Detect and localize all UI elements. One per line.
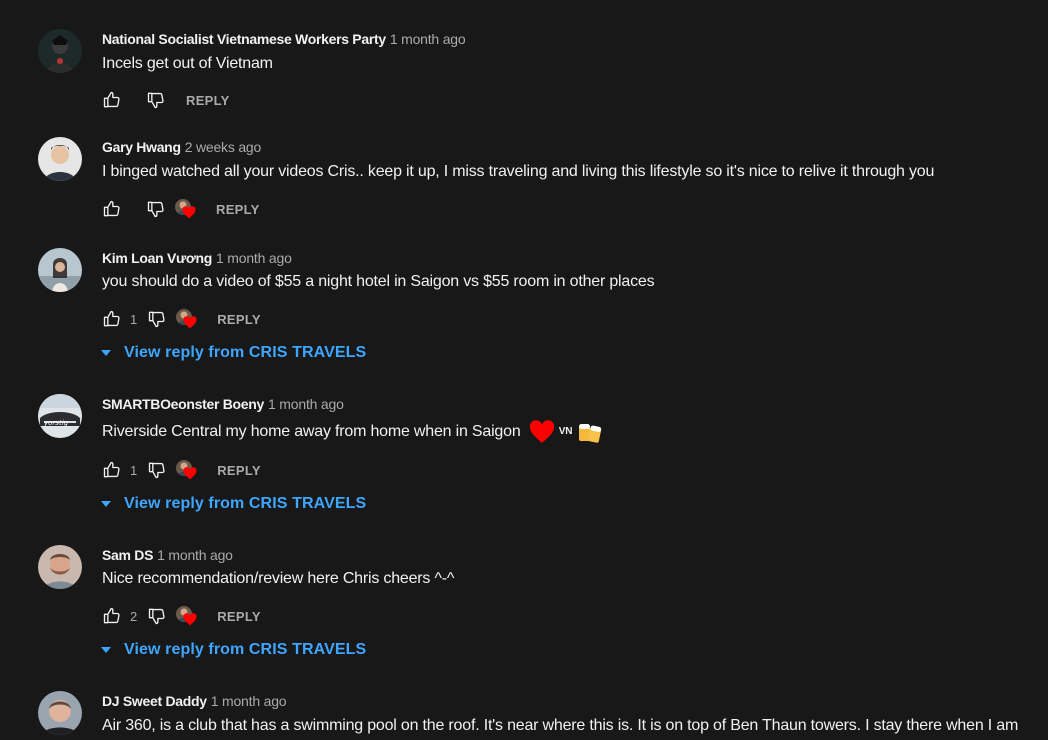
comment-text: Air 360, is a club that has a swimming p… [102, 717, 1019, 734]
like-count: 1 [130, 462, 138, 478]
thumb-up-icon[interactable] [100, 458, 124, 482]
creator-heart-icon[interactable] [172, 197, 198, 221]
reply-button[interactable]: REPLY [216, 202, 260, 217]
heart-icon [183, 467, 197, 480]
caret-down-icon [98, 642, 114, 658]
thumb-up-icon[interactable] [100, 604, 124, 628]
thumb-down-icon[interactable] [144, 88, 168, 112]
thumb-up-icon[interactable] [100, 197, 124, 221]
view-replies-button[interactable]: View reply from CRIS TRAVELS [98, 638, 366, 662]
comment-actions: REPLY [100, 88, 230, 112]
comment-actions: 2 REPLY [100, 604, 261, 628]
view-replies-button[interactable]: View reply from CRIS TRAVELS [98, 492, 366, 516]
author-name[interactable]: National Socialist Vietnamese Workers Pa… [102, 31, 386, 47]
thumb-up-icon[interactable] [100, 307, 124, 331]
author-name[interactable]: Sam DS [102, 547, 153, 563]
comment-header: National Socialist Vietnamese Workers Pa… [102, 30, 466, 48]
view-replies-button[interactable]: View reply from CRIS TRAVELS [98, 341, 366, 365]
comment-header: Gary Hwang 2 weeks ago [102, 138, 261, 156]
caret-down-icon [98, 345, 114, 361]
author-name[interactable]: Kim Loan Vương [102, 250, 212, 266]
thumb-down-icon[interactable] [144, 197, 168, 221]
comment-time[interactable]: 2 weeks ago [185, 139, 262, 155]
svg-text:yorstig: yorstig [43, 419, 69, 427]
thumb-up-icon[interactable] [100, 88, 124, 112]
creator-heart-icon[interactable] [173, 458, 199, 482]
view-replies-label: View reply from CRIS TRAVELS [124, 495, 367, 512]
avatar[interactable] [38, 545, 82, 589]
comment-actions: 1 REPLY [100, 307, 261, 331]
thumb-down-icon[interactable] [145, 307, 169, 331]
reply-button[interactable]: REPLY [217, 312, 261, 327]
like-count: 2 [130, 608, 138, 624]
comment-header: Sam DS 1 month ago [102, 546, 233, 564]
author-name[interactable]: DJ Sweet Daddy [102, 693, 207, 709]
comment-text: I binged watched all your videos Cris.. … [102, 163, 935, 180]
comment-actions: REPLY [100, 197, 260, 221]
comment-time[interactable]: 1 month ago [268, 396, 344, 412]
comment-header: SMARTBOeonster Boeny 1 month ago [102, 395, 344, 413]
creator-heart-icon[interactable] [173, 604, 199, 628]
comment-text: Nice recommendation/review here Chris ch… [102, 570, 455, 587]
author-name[interactable]: SMARTBOeonster Boeny [102, 396, 264, 412]
comment-text: Incels get out of Vietnam [102, 55, 273, 72]
heart-icon [183, 316, 197, 329]
comment-time[interactable]: 1 month ago [390, 31, 466, 47]
comment-time[interactable]: 1 month ago [216, 250, 292, 266]
heart-icon [183, 613, 197, 626]
comment-actions: 1 REPLY [100, 458, 261, 482]
creator-heart-icon[interactable] [173, 307, 199, 331]
thumb-down-icon[interactable] [145, 604, 169, 628]
view-replies-label: View reply from CRIS TRAVELS [124, 344, 367, 361]
comment-text: you should do a video of $55 a night hot… [102, 273, 655, 290]
view-replies-label: View reply from CRIS TRAVELS [124, 641, 367, 658]
red-heart-emoji-icon [529, 420, 555, 444]
comment-text: Riverside Central my home away from home… [102, 419, 604, 445]
reply-button[interactable]: REPLY [217, 609, 261, 624]
like-count: 1 [130, 311, 138, 327]
comment-header: DJ Sweet Daddy 1 month ago [102, 692, 287, 710]
vn-flag-badge: VN [558, 426, 573, 437]
comment-header: Kim Loan Vương 1 month ago [102, 249, 292, 267]
beer-mugs-emoji-icon [579, 424, 602, 443]
comment-text-body: Riverside Central my home away from home… [102, 423, 521, 441]
thumb-down-icon[interactable] [145, 458, 169, 482]
comment-time[interactable]: 1 month ago [211, 693, 287, 709]
caret-down-icon [98, 496, 114, 512]
avatar[interactable] [38, 29, 82, 73]
avatar[interactable] [38, 248, 82, 292]
comment-time[interactable]: 1 month ago [157, 547, 233, 563]
reply-button[interactable]: REPLY [186, 93, 230, 108]
avatar[interactable] [38, 137, 82, 181]
heart-icon [182, 206, 196, 219]
author-name[interactable]: Gary Hwang [102, 139, 181, 155]
reply-button[interactable]: REPLY [217, 463, 261, 478]
avatar[interactable]: yorstig [38, 394, 82, 438]
avatar[interactable] [38, 691, 82, 735]
